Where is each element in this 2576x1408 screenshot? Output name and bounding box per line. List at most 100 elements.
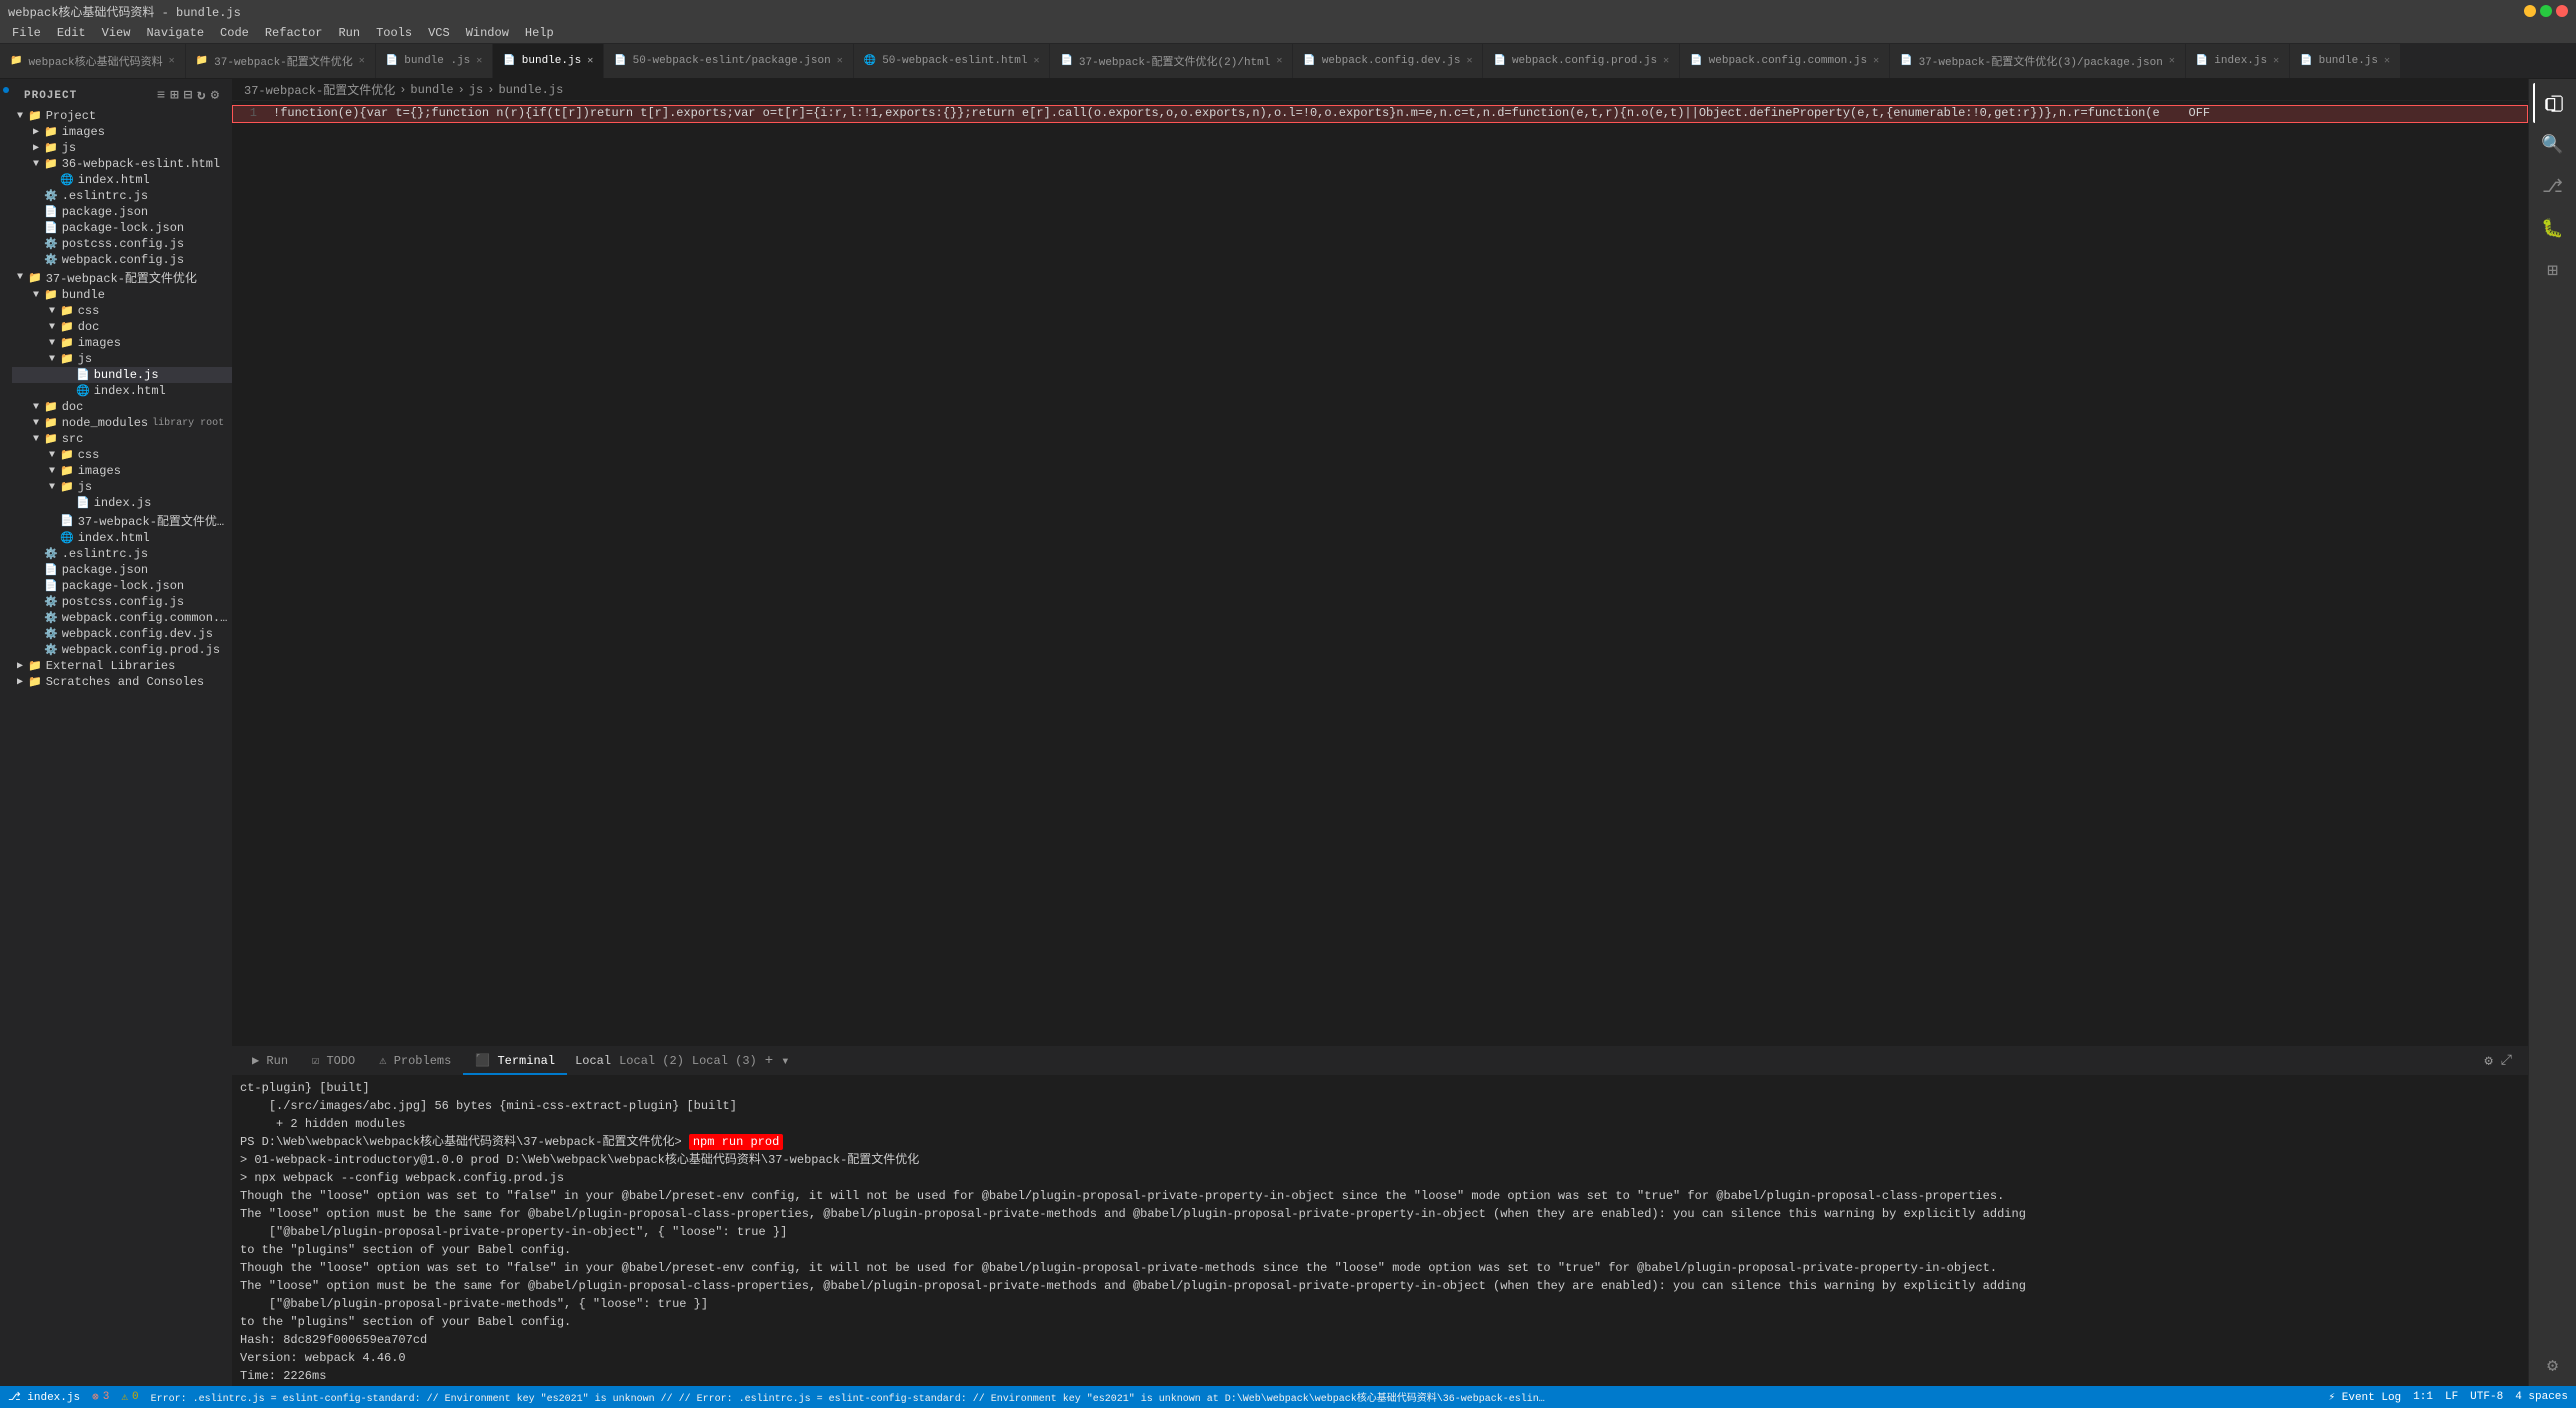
status-event-log[interactable]: ⚡ Event Log	[2329, 1390, 2402, 1404]
tree-item-17[interactable]: 🌐index.html	[12, 383, 232, 399]
code-scrollable[interactable]: 1 !function(e){var t={};function n(r){if…	[232, 101, 2528, 1046]
menu-item-help[interactable]: Help	[517, 24, 562, 42]
tree-item-22[interactable]: ▼📁images	[12, 463, 232, 479]
tree-item-8[interactable]: ⚙️postcss.config.js	[12, 236, 232, 252]
close-button[interactable]	[2556, 5, 2568, 17]
tab-close-icon[interactable]: ✕	[587, 55, 593, 67]
tab-11[interactable]: 📄index.js✕	[2186, 44, 2290, 78]
terminal-content[interactable]: ct-plugin} [built] [./src/images/abc.jpg…	[232, 1075, 2528, 1386]
tree-item-9[interactable]: ⚙️webpack.config.js	[12, 252, 232, 268]
tree-item-6[interactable]: 📄package.json	[12, 204, 232, 220]
minimize-button[interactable]	[2524, 5, 2536, 17]
activity-settings-bottom-icon[interactable]: ⚙	[2533, 1346, 2573, 1386]
tab-0[interactable]: 📁webpack核心基础代码资料✕	[0, 44, 186, 78]
terminal-settings-icon[interactable]: ⚙	[2484, 1053, 2492, 1070]
status-branch[interactable]: ⎇ index.js	[8, 1390, 80, 1404]
tree-item-28[interactable]: 📄package.json	[12, 562, 232, 578]
tree-item-32[interactable]: ⚙️webpack.config.dev.js	[12, 626, 232, 642]
terminal-dropdown-icon[interactable]: ▾	[781, 1053, 789, 1070]
menu-item-file[interactable]: File	[4, 24, 49, 42]
tree-item-14[interactable]: ▼📁images	[12, 335, 232, 351]
status-line-endings[interactable]: LF	[2445, 1391, 2458, 1403]
tab-7[interactable]: 📄webpack.config.dev.js✕	[1293, 44, 1483, 78]
tab-close-icon[interactable]: ✕	[359, 55, 365, 67]
tree-item-0[interactable]: ▼📁Project	[12, 108, 232, 124]
tree-item-25[interactable]: 📄37-webpack-配置文件优化.html	[12, 511, 232, 530]
tab-close-icon[interactable]: ✕	[1276, 55, 1282, 67]
tab-close-icon[interactable]: ✕	[837, 55, 843, 67]
tree-item-13[interactable]: ▼📁doc	[12, 319, 232, 335]
breadcrumb-part-1[interactable]: bundle	[410, 83, 453, 97]
tab-problems[interactable]: ⚠ Problems	[367, 1047, 463, 1075]
terminal-local3-tab[interactable]: Local (3)	[692, 1054, 757, 1068]
tree-item-29[interactable]: 📄package-lock.json	[12, 578, 232, 594]
tree-item-26[interactable]: 🌐index.html	[12, 530, 232, 546]
tree-item-15[interactable]: ▼📁js	[12, 351, 232, 367]
tab-run[interactable]: ▶ Run	[240, 1047, 300, 1075]
tree-item-1[interactable]: ▶📁images	[12, 124, 232, 140]
tree-item-27[interactable]: ⚙️.eslintrc.js	[12, 546, 232, 562]
breadcrumb-part-3[interactable]: bundle.js	[498, 83, 563, 97]
tab-close-icon[interactable]: ✕	[2169, 55, 2175, 67]
terminal-local2-tab[interactable]: Local (2)	[619, 1054, 684, 1068]
tab-todo[interactable]: ☑ TODO	[300, 1047, 367, 1075]
menu-item-refactor[interactable]: Refactor	[257, 24, 331, 42]
status-indent[interactable]: 4 spaces	[2515, 1391, 2568, 1403]
tab-close-icon[interactable]: ✕	[1873, 55, 1879, 67]
status-errors[interactable]: ⊗ 3	[92, 1390, 109, 1404]
new-file-icon[interactable]: ≡	[157, 88, 166, 104]
tree-item-5[interactable]: ⚙️.eslintrc.js	[12, 188, 232, 204]
tab-close-icon[interactable]: ✕	[1663, 55, 1669, 67]
tree-item-19[interactable]: ▼📁node_moduleslibrary root	[12, 415, 232, 431]
breadcrumb-part-0[interactable]: 37-webpack-配置文件优化	[244, 81, 395, 98]
activity-explorer-icon[interactable]	[2533, 83, 2573, 123]
activity-extensions-icon[interactable]: ⊞	[2533, 251, 2573, 291]
tab-close-icon[interactable]: ✕	[1033, 55, 1039, 67]
add-terminal-icon[interactable]: +	[765, 1053, 773, 1069]
tree-item-35[interactable]: ▶📁Scratches and Consoles	[12, 674, 232, 690]
tab-close-icon[interactable]: ✕	[2384, 55, 2390, 67]
settings-icon[interactable]: ⚙	[211, 87, 220, 104]
menu-item-navigate[interactable]: Navigate	[138, 24, 212, 42]
maximize-button[interactable]	[2540, 5, 2552, 17]
tab-2[interactable]: 📄bundle .js✕	[376, 44, 494, 78]
tab-5[interactable]: 🌐50-webpack-eslint.html✕	[854, 44, 1051, 78]
tab-9[interactable]: 📄webpack.config.common.js✕	[1680, 44, 1890, 78]
status-warnings[interactable]: ⚠ 0	[121, 1390, 138, 1404]
menu-item-view[interactable]: View	[94, 24, 139, 42]
tree-item-11[interactable]: ▼📁bundle	[12, 287, 232, 303]
collapse-icon[interactable]: ⊟	[184, 87, 193, 104]
tree-item-2[interactable]: ▶📁js	[12, 140, 232, 156]
tab-close-icon[interactable]: ✕	[476, 55, 482, 67]
tree-item-21[interactable]: ▼📁css	[12, 447, 232, 463]
tree-item-31[interactable]: ⚙️webpack.config.common.js	[12, 610, 232, 626]
status-encoding[interactable]: UTF-8	[2470, 1391, 2503, 1403]
tab-8[interactable]: 📄webpack.config.prod.js✕	[1483, 44, 1680, 78]
tab-12[interactable]: 📄bundle.js✕	[2290, 44, 2401, 78]
tab-close-icon[interactable]: ✕	[169, 55, 175, 67]
menu-item-vcs[interactable]: VCS	[420, 24, 458, 42]
tab-terminal[interactable]: ⬛ Terminal	[463, 1047, 567, 1075]
tree-item-34[interactable]: ▶📁External Libraries	[12, 658, 232, 674]
breadcrumb-part-2[interactable]: js	[469, 83, 483, 97]
tree-item-10[interactable]: ▼📁37-webpack-配置文件优化	[12, 268, 232, 287]
tree-item-16[interactable]: 📄bundle.js	[12, 367, 232, 383]
tab-6[interactable]: 📄37-webpack-配置文件优化(2)/html✕	[1050, 44, 1293, 78]
activity-search-icon[interactable]: 🔍	[2533, 125, 2573, 165]
tree-item-33[interactable]: ⚙️webpack.config.prod.js	[12, 642, 232, 658]
tab-4[interactable]: 📄50-webpack-eslint/package.json✕	[604, 44, 854, 78]
tab-close-icon[interactable]: ✕	[1466, 55, 1472, 67]
tree-item-20[interactable]: ▼📁src	[12, 431, 232, 447]
menu-item-edit[interactable]: Edit	[49, 24, 94, 42]
tab-close-icon[interactable]: ✕	[2273, 55, 2279, 67]
tab-1[interactable]: 📁37-webpack-配置文件优化✕	[186, 44, 376, 78]
tree-item-30[interactable]: ⚙️postcss.config.js	[12, 594, 232, 610]
new-folder-icon[interactable]: ⊞	[170, 87, 179, 104]
tab-3[interactable]: 📄bundle.js✕	[493, 44, 604, 78]
activity-debug-icon[interactable]: 🐛	[2533, 209, 2573, 249]
menu-item-tools[interactable]: Tools	[368, 24, 420, 42]
tree-item-4[interactable]: 🌐index.html	[12, 172, 232, 188]
tree-item-12[interactable]: ▼📁css	[12, 303, 232, 319]
activity-git-icon[interactable]: ⎇	[2533, 167, 2573, 207]
tree-item-23[interactable]: ▼📁js	[12, 479, 232, 495]
